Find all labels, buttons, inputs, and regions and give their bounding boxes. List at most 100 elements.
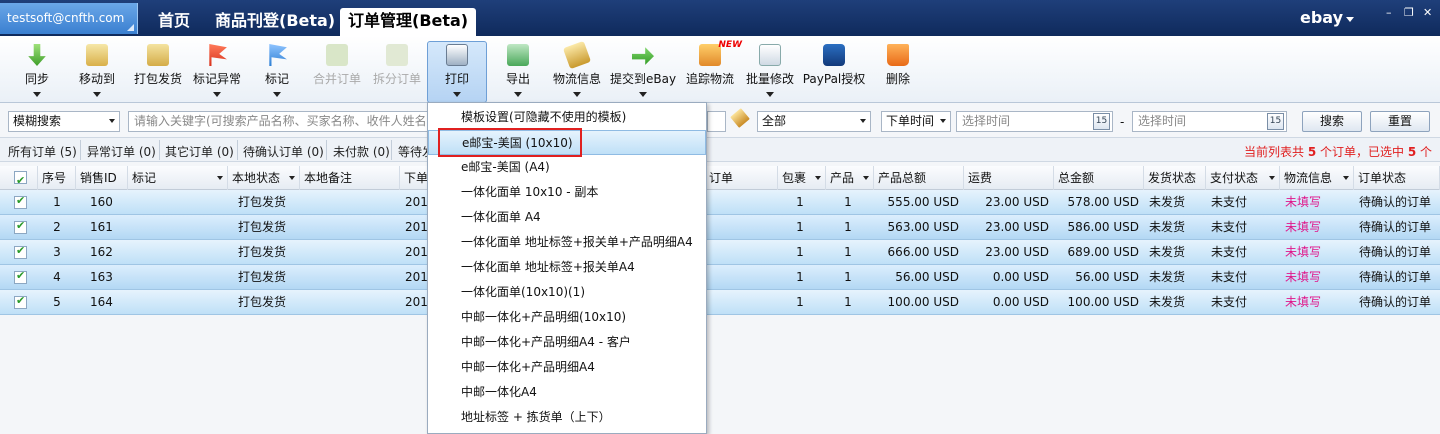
col-pay-status[interactable]: 支付状态 — [1206, 166, 1280, 190]
reset-button[interactable]: 重置 — [1370, 111, 1430, 132]
minimize-icon[interactable]: – — [1386, 6, 1392, 19]
split-order-button[interactable]: 拆分订单 — [371, 42, 423, 102]
col-package[interactable]: 包裹 — [778, 166, 826, 190]
move-to-button[interactable]: 移动到 — [74, 42, 120, 102]
table-row[interactable]: 4 163 打包发货 201 1 1 56.00 USD 0.00 USD 56… — [0, 265, 1440, 290]
col-local-status[interactable]: 本地状态 — [228, 166, 300, 190]
filter-exception-orders[interactable]: 异常订单 (0) — [87, 143, 156, 160]
calendar-icon[interactable]: 15 — [1093, 113, 1110, 130]
close-icon[interactable]: ✕ — [1423, 6, 1432, 19]
menu-item-integrated-label-customs-detail-a4[interactable]: 一体化面单 地址标签+报关单+产品明细A4 — [428, 230, 706, 255]
col-mark[interactable]: 标记 — [128, 166, 228, 190]
submit-ebay-button[interactable]: 提交到eBay — [610, 42, 676, 102]
table-row[interactable]: 2 161 打包发货 201 1 1 563.00 USD 23.00 USD … — [0, 215, 1440, 240]
cell-ship-status: 未发货 — [1149, 220, 1186, 234]
menu-item-chinapost-detail-a4-customer[interactable]: 中邮一体化+产品明细A4 - 客户 — [428, 330, 706, 355]
menu-item-integrated-label-customs-a4[interactable]: 一体化面单 地址标签+报关单A4 — [428, 255, 706, 280]
order-count-summary: 当前列表共 5 个订单，已选中 5 个 — [1243, 145, 1432, 159]
col-total[interactable]: 总金额 — [1054, 166, 1144, 190]
paypal-auth-button[interactable]: PayPal授权 — [801, 42, 867, 102]
col-ship-status[interactable]: 发货状态 — [1144, 166, 1206, 190]
cell-logistics[interactable]: 未填写 — [1285, 215, 1345, 240]
pack-ship-button[interactable]: 打包发货 — [130, 42, 186, 102]
filter-pending-confirm[interactable]: 待确认订单 (0) — [243, 143, 324, 160]
mark-exception-button[interactable]: 标记异常 — [191, 42, 243, 102]
chevron-down-icon[interactable] — [1269, 176, 1275, 180]
col-order-date[interactable]: 下单 — [400, 166, 430, 190]
cell-logistics[interactable]: 未填写 — [1285, 265, 1345, 290]
sync-button[interactable]: 同步 — [18, 42, 56, 102]
logistics-info-button[interactable]: 物流信息 — [550, 40, 604, 102]
filter-other-orders[interactable]: 其它订单 (0) — [165, 143, 234, 160]
select-all-cell[interactable] — [0, 166, 38, 193]
folder-move-icon — [86, 44, 108, 66]
search-button[interactable]: 搜索 — [1302, 111, 1362, 132]
mark-button[interactable]: 标记 — [258, 42, 296, 102]
row-checkbox[interactable] — [14, 244, 27, 259]
cell-pay-status: 未支付 — [1211, 220, 1248, 234]
chevron-down-icon[interactable] — [815, 176, 821, 180]
chevron-down-icon[interactable] — [1346, 17, 1354, 22]
menu-item-eyoubao-us-a4[interactable]: e邮宝-美国 (A4) — [428, 155, 706, 180]
search-input-tail[interactable] — [707, 111, 726, 132]
chevron-down-icon[interactable] — [217, 176, 223, 180]
menu-item-chinapost-detail-a4[interactable]: 中邮一体化+产品明细A4 — [428, 355, 706, 380]
edit-icon[interactable] — [730, 108, 750, 128]
chevron-down-icon[interactable] — [863, 176, 869, 180]
track-logistics-button[interactable]: NEW 追踪物流 — [684, 40, 742, 102]
menu-item-chinapost-a4[interactable]: 中邮一体化A4 — [428, 380, 706, 405]
col-order[interactable]: 订单 — [705, 166, 778, 190]
col-product-total[interactable]: 产品总额 — [874, 166, 964, 190]
platform-selector[interactable]: ebay — [1300, 8, 1343, 27]
start-time-input[interactable]: 选择时间 15 — [956, 111, 1113, 132]
print-button[interactable]: 打印 — [427, 41, 487, 103]
menu-item-chinapost-detail-10x10[interactable]: 中邮一体化+产品明细(10x10) — [428, 305, 706, 330]
filter-all-orders[interactable]: 所有订单 (5) — [8, 143, 77, 160]
tab-home[interactable]: 首页 — [150, 8, 198, 36]
cell-sale-id: 164 — [90, 295, 113, 309]
col-shipping[interactable]: 运费 — [964, 166, 1054, 190]
row-checkbox[interactable] — [14, 219, 27, 234]
filter-unpaid[interactable]: 未付款 (0) — [333, 143, 390, 160]
search-mode-select[interactable]: 模糊搜索 — [8, 111, 120, 132]
merge-order-button[interactable]: 合并订单 — [311, 42, 363, 102]
delete-button[interactable]: 删除 — [882, 42, 914, 102]
menu-item-address-label-picklist[interactable]: 地址标签 + 拣货单（上下） — [428, 405, 706, 430]
cell-ship-status: 未发货 — [1149, 295, 1186, 309]
keyword-search-input[interactable]: 请输入关键字(可搜索产品名称、买家名称、收件人姓名 — [128, 111, 428, 132]
cell-logistics[interactable]: 未填写 — [1285, 240, 1345, 265]
col-logistics[interactable]: 物流信息 — [1280, 166, 1354, 190]
chevron-down-icon[interactable] — [289, 176, 295, 180]
account-switcher[interactable]: testsoft@cnfth.com — [0, 3, 138, 34]
export-button[interactable]: 导出 — [500, 42, 536, 102]
cell-order-date: 201 — [405, 295, 427, 309]
menu-item-integrated-a4[interactable]: 一体化面单 A4 — [428, 205, 706, 230]
menu-item-integrated-10x10-copy[interactable]: 一体化面单 10x10 - 副本 — [428, 180, 706, 205]
col-seq[interactable]: 序号 — [38, 166, 76, 190]
end-time-input[interactable]: 选择时间 15 — [1132, 111, 1287, 132]
col-product[interactable]: 产品 — [826, 166, 874, 190]
table-row[interactable]: 5 164 打包发货 201 1 1 100.00 USD 0.00 USD 1… — [0, 290, 1440, 315]
cell-logistics[interactable]: 未填写 — [1285, 190, 1345, 215]
menu-item-integrated-10x10-1[interactable]: 一体化面单(10x10)(1) — [428, 280, 706, 305]
batch-edit-button[interactable]: 批量修改 — [744, 42, 796, 102]
col-local-note[interactable]: 本地备注 — [300, 166, 400, 190]
tab-listing[interactable]: 商品刊登(Beta) — [207, 8, 343, 36]
table-row[interactable]: 3 162 打包发货 201 1 1 666.00 USD 23.00 USD … — [0, 240, 1440, 265]
chevron-down-icon[interactable] — [1343, 176, 1349, 180]
time-type-select[interactable]: 下单时间 — [881, 111, 951, 132]
col-sale-id[interactable]: 销售ID — [76, 166, 128, 190]
status-select[interactable]: 全部 — [757, 111, 871, 132]
row-checkbox[interactable] — [14, 269, 27, 284]
cell-logistics[interactable]: 未填写 — [1285, 290, 1345, 315]
calendar-icon[interactable]: 15 — [1267, 113, 1284, 130]
table-row[interactable]: 1 160 打包发货 201 1 1 555.00 USD 23.00 USD … — [0, 190, 1440, 215]
restore-icon[interactable]: ❐ — [1404, 6, 1414, 19]
tab-order-management[interactable]: 订单管理(Beta) — [340, 8, 477, 36]
chevron-down-icon — [453, 92, 461, 97]
menu-item-template-settings[interactable]: 模板设置(可隐藏不使用的模板) — [428, 105, 706, 130]
col-order-status[interactable]: 订单状态 — [1354, 166, 1440, 190]
select-all-checkbox[interactable] — [14, 169, 27, 193]
row-checkbox[interactable] — [14, 294, 27, 309]
row-checkbox[interactable] — [14, 194, 27, 209]
